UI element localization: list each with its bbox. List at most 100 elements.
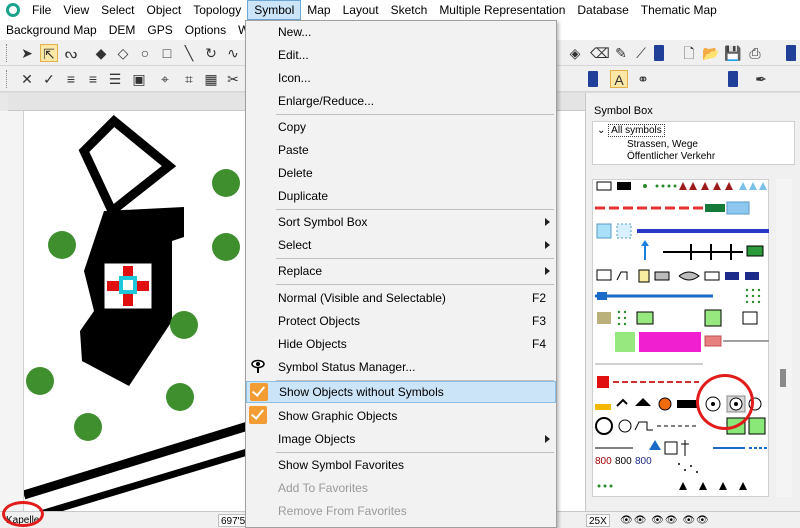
- menu-map[interactable]: Map: [301, 0, 336, 20]
- tree: [48, 231, 76, 259]
- vertical-ruler: [0, 111, 24, 511]
- checkmark-icon: [249, 406, 267, 424]
- align-center-icon[interactable]: ≡: [84, 70, 102, 88]
- delete-x-icon[interactable]: ✕: [18, 70, 36, 88]
- menu-item-normal[interactable]: Normal (Visible and Selectable) F2: [246, 287, 556, 309]
- menu-item-image-objects[interactable]: Image Objects: [246, 428, 556, 450]
- menu-item-copy[interactable]: Copy: [246, 116, 556, 138]
- edit-point-cursor-icon[interactable]: ⇱: [40, 44, 58, 62]
- check-circle-icon[interactable]: ✓: [40, 70, 58, 88]
- tree-expand-icon[interactable]: ⌄: [597, 125, 608, 136]
- submenu-arrow-icon: [545, 435, 550, 443]
- draw-straight-line-icon[interactable]: ╲: [180, 44, 198, 62]
- symbol-box-scrollbar[interactable]: [776, 179, 792, 497]
- menu-item-icon[interactable]: Icon...: [246, 67, 556, 89]
- open-folder-icon[interactable]: 📂: [702, 44, 720, 62]
- menu-item-replace[interactable]: Replace: [246, 260, 556, 282]
- menu-item-symbol-status-manager[interactable]: Symbol Status Manager...: [246, 356, 556, 378]
- scrollbar-thumb[interactable]: [780, 369, 786, 387]
- toolbar-overflow-button-3[interactable]: [588, 71, 598, 87]
- menu-symbol[interactable]: Symbol: [247, 0, 302, 20]
- toolbar-overflow-button-2[interactable]: [786, 45, 796, 61]
- menu-item-add-to-favorites: Add To Favorites: [278, 481, 368, 495]
- app-logo-icon: [6, 3, 20, 17]
- print-icon[interactable]: ⎙: [746, 44, 764, 62]
- menu-item-show-graphic-objects[interactable]: Show Graphic Objects: [246, 405, 556, 427]
- pen-icon[interactable]: ✒: [752, 70, 770, 88]
- binoculars-icon[interactable]: ⚭: [634, 70, 652, 88]
- menu-separator: [276, 452, 554, 453]
- status-view-mode-icons[interactable]: 👁👁 👁👁 👁👁: [620, 514, 710, 527]
- pencil-icon[interactable]: ✎: [612, 44, 630, 62]
- crop-icon[interactable]: ⌗: [180, 70, 198, 88]
- distribute-icon[interactable]: ☰: [106, 70, 124, 88]
- freehand-icon[interactable]: ∿: [224, 44, 242, 62]
- draw-curve-icon[interactable]: ◆: [92, 44, 110, 62]
- ruler-icon[interactable]: ⟋: [632, 44, 650, 62]
- menu-item-enlarge-reduce[interactable]: Enlarge/Reduce...: [246, 90, 556, 112]
- toolbar-grip[interactable]: [6, 44, 9, 62]
- tree-node-all-symbols[interactable]: ⌄ All symbols: [597, 124, 665, 137]
- lasso-icon[interactable]: ᔓ: [62, 44, 80, 62]
- new-file-icon[interactable]: 🗋: [680, 44, 698, 62]
- bring-front-icon[interactable]: ▣: [130, 70, 148, 88]
- menu-separator: [276, 209, 554, 210]
- text-tool-icon[interactable]: A: [610, 70, 628, 88]
- menu-layout[interactable]: Layout: [337, 0, 385, 20]
- draw-ellipse-icon[interactable]: ◇: [114, 44, 132, 62]
- symbol-box-panel: Symbol Box ⌄ All symbols Strassen, Wege …: [585, 93, 800, 511]
- tree-node-strassen[interactable]: Strassen, Wege: [627, 139, 698, 150]
- tree: [166, 383, 194, 411]
- menu-item-protect-objects[interactable]: Protect Objects F3: [246, 310, 556, 332]
- menu-thematic-map[interactable]: Thematic Map: [635, 0, 723, 20]
- menu-item-paste[interactable]: Paste: [246, 139, 556, 161]
- menu-item-duplicate[interactable]: Duplicate: [246, 185, 556, 207]
- text-symbol-800-2[interactable]: 800: [615, 456, 632, 467]
- draw-circle-icon[interactable]: ○: [136, 44, 154, 62]
- menu-separator: [276, 114, 554, 115]
- eraser-icon[interactable]: ⌫: [590, 44, 610, 62]
- fill-pattern-icon[interactable]: ▦: [202, 70, 220, 88]
- menu-item-show-symbol-favorites[interactable]: Show Symbol Favorites: [246, 454, 556, 476]
- menu-view[interactable]: View: [57, 0, 95, 20]
- fill-icon[interactable]: ◈: [566, 44, 584, 62]
- menu-object[interactable]: Object: [141, 0, 188, 20]
- menu-item-new[interactable]: New...: [246, 21, 556, 43]
- menu-sketch[interactable]: Sketch: [385, 0, 434, 20]
- menu-select[interactable]: Select: [95, 0, 140, 20]
- text-symbol-800-3[interactable]: 800: [635, 456, 652, 467]
- menu-item-sort-symbol-box[interactable]: Sort Symbol Box: [246, 211, 556, 233]
- menu-item-hide-objects[interactable]: Hide Objects F4: [246, 333, 556, 355]
- toolbar-overflow-button[interactable]: [654, 45, 664, 61]
- text-symbol-800-1[interactable]: 800: [595, 456, 612, 467]
- tools-icon[interactable]: ✂: [224, 70, 242, 88]
- menu-item-show-objects-without-symbols[interactable]: Show Objects without Symbols: [246, 381, 556, 403]
- rotate-icon[interactable]: ↻: [202, 44, 220, 62]
- menu-item-delete[interactable]: Delete: [246, 162, 556, 184]
- menu-topology[interactable]: Topology: [187, 0, 247, 20]
- align-left-icon[interactable]: ≡: [62, 70, 80, 88]
- menu-background-map[interactable]: Background Map: [0, 20, 103, 40]
- menu-gps[interactable]: GPS: [141, 20, 178, 40]
- menu-item-select[interactable]: Select: [246, 234, 556, 256]
- save-icon[interactable]: 💾: [724, 44, 742, 62]
- submenu-arrow-icon: [545, 267, 550, 275]
- arrow-cursor-icon[interactable]: ➤: [18, 44, 36, 62]
- menu-file[interactable]: File: [26, 0, 57, 20]
- tree-node-verkehr[interactable]: Öffentlicher Verkehr: [627, 151, 715, 162]
- symbol-tree: ⌄ All symbols Strassen, Wege Öffentliche…: [592, 121, 795, 165]
- toolbar-overflow-button-4[interactable]: [728, 71, 738, 87]
- reshape-icon[interactable]: ⌖: [156, 70, 174, 88]
- menu-separator: [276, 258, 554, 259]
- annotation-circle-symbol: [696, 374, 754, 430]
- menu-row-2: Background Map DEM GPS Options W: [0, 20, 255, 40]
- symbol-grid[interactable]: 800 800 800: [592, 179, 769, 497]
- draw-rectangle-icon[interactable]: □: [158, 44, 176, 62]
- tree: [26, 367, 54, 395]
- menu-dem[interactable]: DEM: [103, 20, 142, 40]
- menu-options[interactable]: Options: [179, 20, 232, 40]
- toolbar-grip-2[interactable]: [6, 70, 9, 88]
- menu-database[interactable]: Database: [571, 0, 634, 20]
- menu-item-edit[interactable]: Edit...: [246, 44, 556, 66]
- menu-multiple-representation[interactable]: Multiple Representation: [433, 0, 571, 20]
